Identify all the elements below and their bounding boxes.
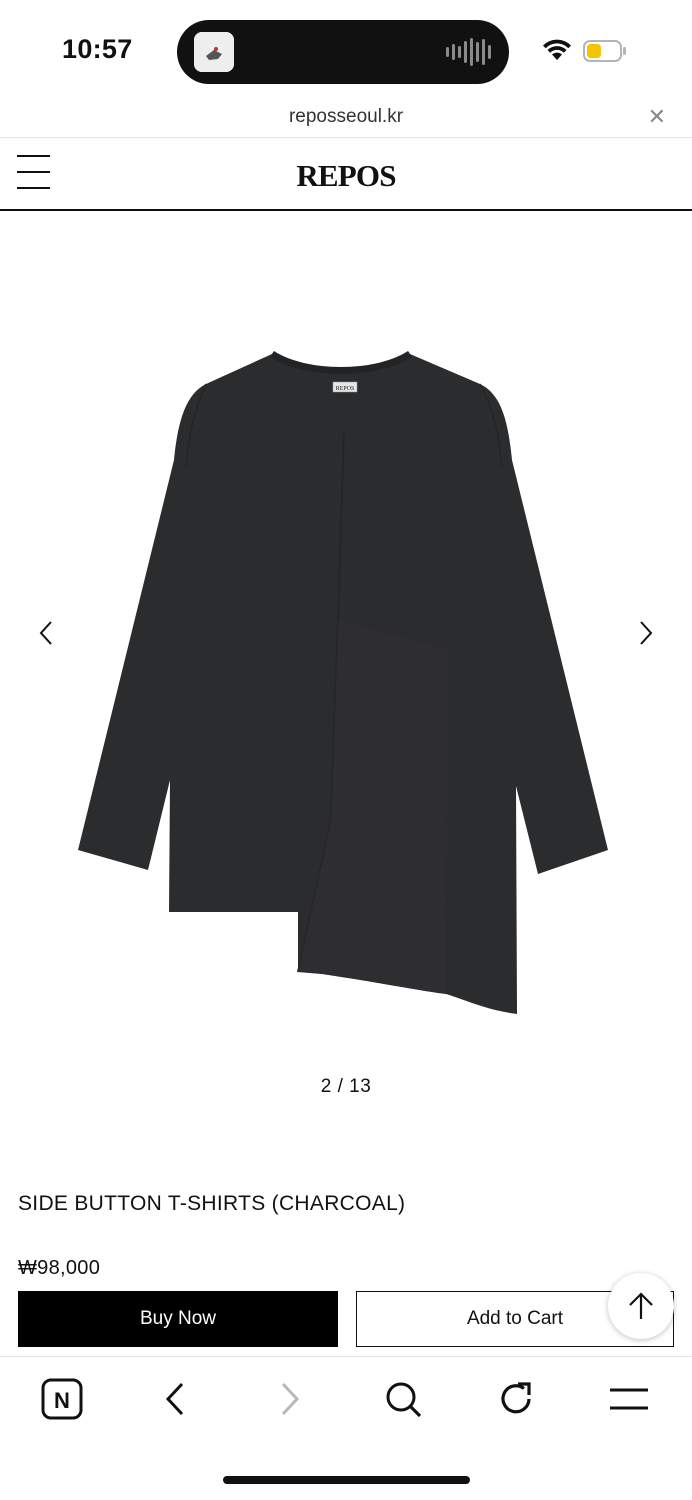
buy-now-button[interactable]: Buy Now bbox=[18, 1291, 338, 1347]
scroll-to-top-button[interactable] bbox=[608, 1273, 674, 1339]
garment-label: REPOS bbox=[336, 386, 355, 392]
close-icon[interactable]: ✕ bbox=[648, 104, 666, 130]
browser-toolbar: N bbox=[0, 1356, 692, 1440]
chevron-right-icon[interactable] bbox=[634, 620, 658, 646]
back-icon[interactable] bbox=[153, 1377, 197, 1421]
site-logo[interactable]: REPOS bbox=[0, 158, 692, 194]
product-image[interactable]: REPOS bbox=[76, 350, 610, 1016]
product-name: SIDE BUTTON T-SHIRTS (CHARCOAL) bbox=[18, 1192, 406, 1215]
battery-icon bbox=[583, 40, 626, 62]
home-indicator[interactable] bbox=[223, 1476, 470, 1484]
waveform-icon bbox=[446, 38, 491, 66]
site-header: REPOS bbox=[0, 138, 692, 211]
url-text[interactable]: reposseoul.kr bbox=[0, 106, 692, 128]
forward-icon[interactable] bbox=[268, 1377, 312, 1421]
naver-home-glyph: N bbox=[54, 1388, 70, 1413]
arrow-up-icon bbox=[629, 1292, 653, 1319]
island-thumbnail bbox=[194, 32, 234, 72]
status-bar: 10:57 bbox=[0, 0, 692, 100]
naver-home-icon[interactable]: N bbox=[40, 1377, 84, 1421]
chevron-left-icon[interactable] bbox=[34, 620, 58, 646]
status-time: 10:57 bbox=[62, 34, 133, 64]
product-price: ₩98,000 bbox=[18, 1257, 101, 1279]
search-icon[interactable] bbox=[381, 1377, 425, 1421]
dynamic-island[interactable] bbox=[177, 20, 509, 84]
browser-url-bar[interactable]: reposseoul.kr ✕ bbox=[0, 100, 692, 138]
wifi-icon bbox=[543, 39, 571, 60]
product-gallery: REPOS 2 / 13 bbox=[0, 212, 692, 1132]
reload-icon[interactable] bbox=[494, 1377, 538, 1421]
menu-icon[interactable] bbox=[607, 1377, 651, 1421]
gallery-pager: 2 / 13 bbox=[320, 1076, 372, 1097]
